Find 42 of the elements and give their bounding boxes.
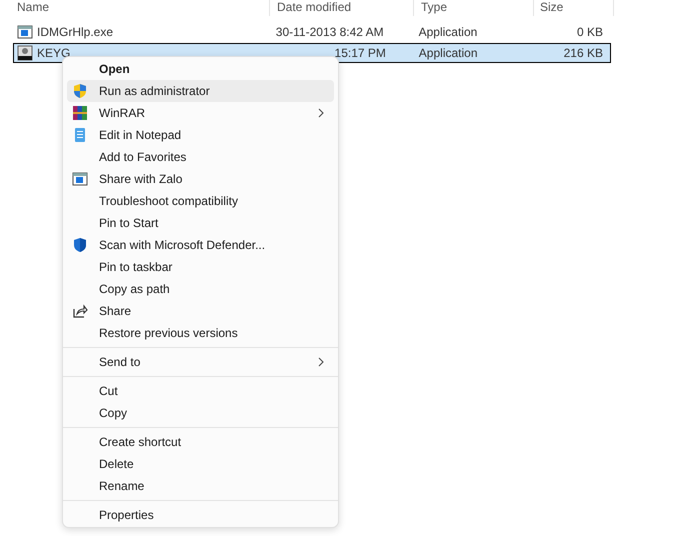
chevron-icon — [318, 357, 324, 367]
date-cell-text: 15:17 PM — [334, 46, 387, 60]
menu-item[interactable]: Share — [67, 300, 334, 322]
menu-item[interactable]: Create shortcut — [67, 431, 334, 453]
file-name: KEYG — [37, 46, 70, 60]
books-icon — [72, 105, 88, 121]
menu-item[interactable]: Troubleshoot compatibility — [67, 190, 334, 212]
program-icon — [17, 45, 33, 61]
type-cell-text: Application — [418, 25, 478, 39]
column-header[interactable]: Name — [0, 0, 270, 16]
shield-icon — [72, 237, 88, 253]
menu-item[interactable]: Copy — [67, 402, 334, 424]
menu-item[interactable]: Edit in Notepad — [67, 124, 334, 146]
file-name: IDMGrHlp.exe — [37, 25, 114, 39]
notepad-icon — [72, 127, 88, 143]
menu-item[interactable]: WinRAR — [67, 102, 334, 124]
window-icon — [17, 24, 33, 40]
column-header[interactable]: Size — [534, 0, 614, 16]
window-icon — [72, 171, 88, 187]
file-row[interactable]: IDMGrHlp.exe 30-11-2013 8:42 AM Application 0 KB — [13, 22, 611, 42]
menu-item[interactable]: Pin to taskbar — [67, 256, 334, 278]
menu-item[interactable]: Delete — [67, 453, 334, 475]
menu-item[interactable]: Copy as path — [67, 278, 334, 300]
shield-icon — [72, 83, 88, 99]
menu-item[interactable]: Add to Favorites — [67, 146, 334, 168]
size-cell-text: 0 KB — [576, 25, 604, 39]
type-cell-text: Application — [418, 46, 479, 60]
size-cell-text: 216 KB — [562, 46, 604, 60]
menu-item[interactable]: Scan with Microsoft Defender... — [67, 234, 334, 256]
menu-item[interactable]: Send to — [67, 351, 334, 373]
menu-item[interactable]: Rename — [67, 475, 334, 497]
menu-item[interactable]: Pin to Start — [67, 212, 334, 234]
menu-item[interactable]: Properties — [67, 504, 334, 526]
chevron-icon — [318, 108, 324, 118]
date-cell-text: 30-11-2013 8:42 AM — [274, 25, 385, 39]
share-icon — [72, 303, 88, 319]
column-header[interactable]: Date modified — [270, 0, 414, 16]
menu-item[interactable]: Cut — [67, 380, 334, 402]
column-header[interactable]: Type — [414, 0, 534, 16]
menu-item[interactable]: Share with Zalo — [67, 168, 334, 190]
menu-item[interactable]: Run as administrator — [67, 80, 334, 102]
menu-item[interactable]: Restore previous versions — [67, 322, 334, 344]
